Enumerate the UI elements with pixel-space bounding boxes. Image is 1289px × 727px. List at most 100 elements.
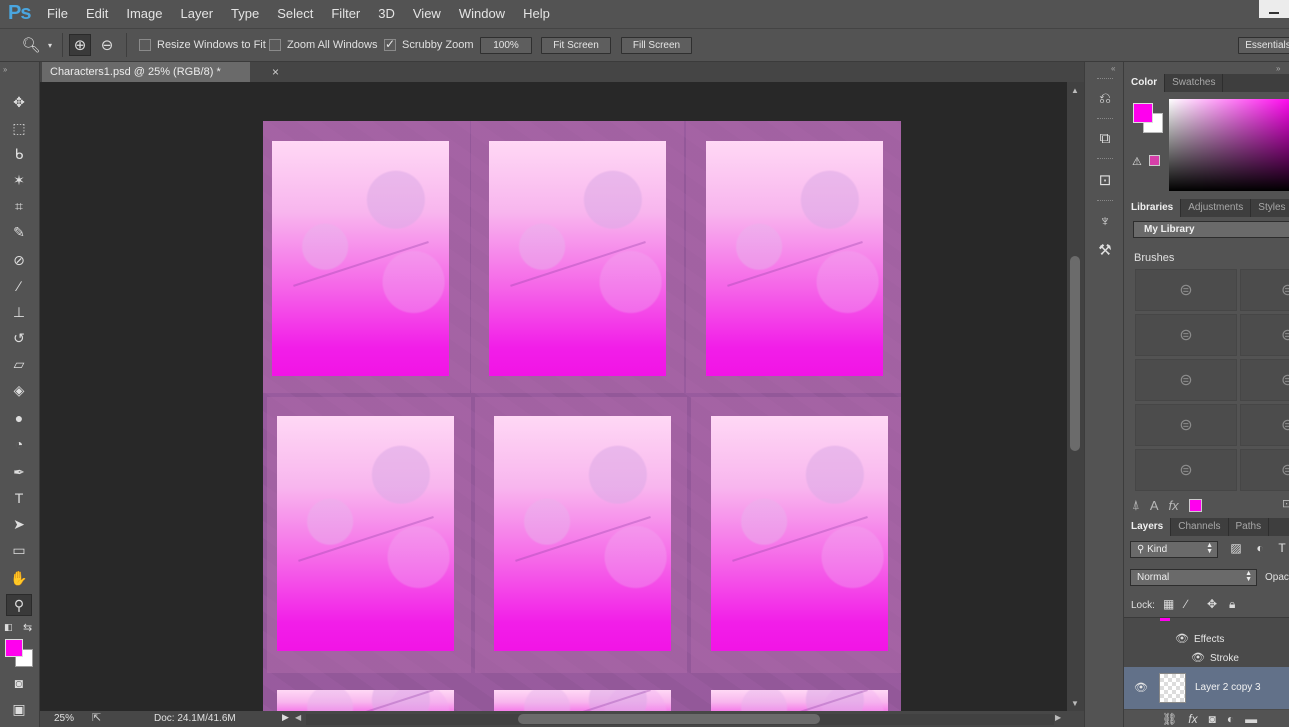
scroll-left-icon[interactable]: ◀ <box>295 713 301 722</box>
pixel-filter-icon[interactable]: ▨ <box>1228 541 1244 557</box>
rectangle-icon[interactable]: ▭ <box>6 539 32 561</box>
creative-cloud-icon[interactable]: ⊜ <box>1240 314 1289 356</box>
dodge-icon[interactable]: ◔ <box>6 433 32 455</box>
adjustment-layer-icon[interactable]: ◐ <box>1227 712 1234 726</box>
marquee-icon[interactable]: ⬚ <box>6 117 32 139</box>
swap-colors-icon[interactable]: ⇆ <box>23 621 32 634</box>
add-color-swatch[interactable] <box>1188 498 1202 512</box>
quick-mask-icon[interactable]: ◙ <box>6 672 32 694</box>
selected-layer-row[interactable]: 👁︎ Layer 2 copy 3 <box>1124 667 1289 709</box>
layer-stroke-row[interactable]: 👁︎ Stroke <box>1124 649 1289 668</box>
adjustment-filter-icon[interactable]: ◐ <box>1252 541 1268 557</box>
menu-window[interactable]: Window <box>450 0 514 28</box>
healing-brush-icon[interactable]: ⊘ <box>6 249 32 271</box>
zoom-icon[interactable]: ⚲ <box>6 594 32 616</box>
workspace-button[interactable]: Essentials <box>1238 37 1289 54</box>
layer-effects-row[interactable]: 👁︎ Effects <box>1124 630 1289 649</box>
creative-cloud-icon[interactable]: ⊜ <box>1135 359 1237 401</box>
scroll-right-icon[interactable]: ▶ <box>1055 713 1061 722</box>
add-layer-style-icon[interactable]: fx <box>1168 498 1178 513</box>
lock-position-icon[interactable]: ✥ <box>1207 597 1217 611</box>
scroll-down-icon[interactable]: ▼ <box>1071 699 1079 708</box>
close-tab-icon[interactable]: × <box>272 65 279 79</box>
blur-icon[interactable]: ● <box>6 407 32 429</box>
tool-presets-icon[interactable]: ⚒ <box>1093 238 1117 262</box>
panel-foreground-color[interactable] <box>1133 103 1153 123</box>
clone-stamp-icon[interactable]: ⊥ <box>6 301 32 323</box>
tab-libraries[interactable]: Libraries <box>1124 199 1182 217</box>
hand-icon[interactable]: ✋ <box>6 567 32 589</box>
status-menu-icon[interactable]: ▶ <box>282 712 289 723</box>
tab-adjustments[interactable]: Adjustments <box>1181 199 1252 217</box>
scroll-up-icon[interactable]: ▲ <box>1071 86 1079 95</box>
3d-icon[interactable]: ⧉ <box>1093 126 1117 150</box>
lock-all-icon[interactable]: 🔒︎ <box>1229 597 1235 612</box>
zoom-in-icon[interactable]: ⊕ <box>69 34 91 56</box>
horizontal-scroll-thumb[interactable] <box>518 714 820 724</box>
eye-icon[interactable]: 👁︎ <box>1191 651 1205 664</box>
tab-channels[interactable]: Channels <box>1171 518 1229 536</box>
menu-file[interactable]: File <box>38 0 77 28</box>
properties-icon[interactable]: ⊡ <box>1093 168 1117 192</box>
color-picker-field[interactable] <box>1169 99 1289 191</box>
new-group-icon[interactable]: ▬ <box>1245 712 1257 726</box>
menu-edit[interactable]: Edit <box>77 0 117 28</box>
menu-image[interactable]: Image <box>117 0 171 28</box>
eye-icon[interactable]: 👁︎ <box>1134 681 1148 694</box>
zoom-all-windows-checkbox[interactable]: Zoom All Windows <box>269 39 377 51</box>
creative-cloud-icon[interactable]: ⊜ <box>1135 449 1237 491</box>
menu-filter[interactable]: Filter <box>322 0 369 28</box>
menu-select[interactable]: Select <box>268 0 322 28</box>
foreground-color-swatch[interactable] <box>5 639 23 657</box>
creative-cloud-icon[interactable]: ⊜ <box>1240 404 1289 446</box>
lock-transparent-icon[interactable]: ▦ <box>1163 597 1174 611</box>
library-menu-icon[interactable]: ⊡ <box>1282 497 1289 510</box>
scrubby-zoom-checkbox[interactable]: Scrubby Zoom <box>384 37 474 51</box>
screen-mode-icon[interactable]: ▣ <box>6 698 32 720</box>
menu-type[interactable]: Type <box>222 0 268 28</box>
strip-collapse-icon[interactable]: « <box>1111 64 1116 73</box>
tab-paths[interactable]: Paths <box>1229 518 1270 536</box>
canvas-area[interactable] <box>40 82 1067 711</box>
zoom-out-icon[interactable]: ⊖ <box>96 34 118 56</box>
history-icon[interactable]: ⎌ <box>1093 86 1117 110</box>
layer-kind-filter[interactable]: ⚲ Kind ▲ ▼ <box>1130 541 1218 558</box>
toolbox-collapse-icon[interactable]: ›› <box>3 65 7 74</box>
path-selection-icon[interactable]: ➤ <box>6 513 32 535</box>
type-icon[interactable]: T <box>6 487 32 509</box>
link-layers-icon[interactable]: ⛓ <box>1162 712 1177 726</box>
layer-style-icon[interactable]: fx <box>1188 712 1197 726</box>
resize-windows-checkbox[interactable]: Resize Windows to Fit <box>139 39 266 51</box>
move-icon[interactable]: ✥ <box>6 91 32 113</box>
fill-screen-button[interactable]: Fill Screen <box>621 37 692 54</box>
tab-swatches[interactable]: Swatches <box>1165 74 1224 92</box>
status-zoom[interactable]: 25% <box>54 713 74 724</box>
lasso-icon[interactable]: ᑲ <box>6 143 32 165</box>
gamut-warning-icon[interactable]: ⚠ <box>1132 155 1142 168</box>
creative-cloud-icon[interactable]: ⊜ <box>1135 269 1237 311</box>
tab-styles[interactable]: Styles <box>1251 199 1289 217</box>
tab-color[interactable]: Color <box>1124 74 1166 92</box>
menu-layer[interactable]: Layer <box>172 0 223 28</box>
lock-pixels-icon[interactable]: ∕ <box>1185 597 1187 611</box>
document-canvas[interactable] <box>263 121 901 711</box>
brush-presets-icon[interactable]: ♆ <box>1093 209 1117 233</box>
share-icon[interactable]: ⇱ <box>92 711 101 724</box>
zoom-tool-preset-icon[interactable]: 🔍︎ <box>20 34 42 56</box>
creative-cloud-icon[interactable]: ⊜ <box>1135 404 1237 446</box>
brush-icon[interactable]: ∕ <box>6 275 32 297</box>
eraser-icon[interactable]: ▱ <box>6 353 32 375</box>
eye-icon[interactable]: 👁︎ <box>1175 632 1189 645</box>
menu-help[interactable]: Help <box>514 0 559 28</box>
eyedropper-icon[interactable]: ✎ <box>6 221 32 243</box>
add-mask-icon[interactable]: ◙ <box>1209 712 1216 726</box>
type-filter-icon[interactable]: T <box>1274 541 1289 557</box>
default-colors-icon[interactable]: ◧ <box>4 622 13 633</box>
gamut-color-swatch[interactable] <box>1149 155 1160 166</box>
paint-bucket-icon[interactable]: ◈ <box>6 379 32 401</box>
vertical-scrollbar[interactable]: ▲ ▼ <box>1067 82 1084 711</box>
add-graphic-icon[interactable]: ⍋ <box>1132 497 1140 513</box>
creative-cloud-icon[interactable]: ⊜ <box>1240 449 1289 491</box>
creative-cloud-icon[interactable]: ⊜ <box>1135 314 1237 356</box>
creative-cloud-icon[interactable]: ⊜ <box>1240 359 1289 401</box>
